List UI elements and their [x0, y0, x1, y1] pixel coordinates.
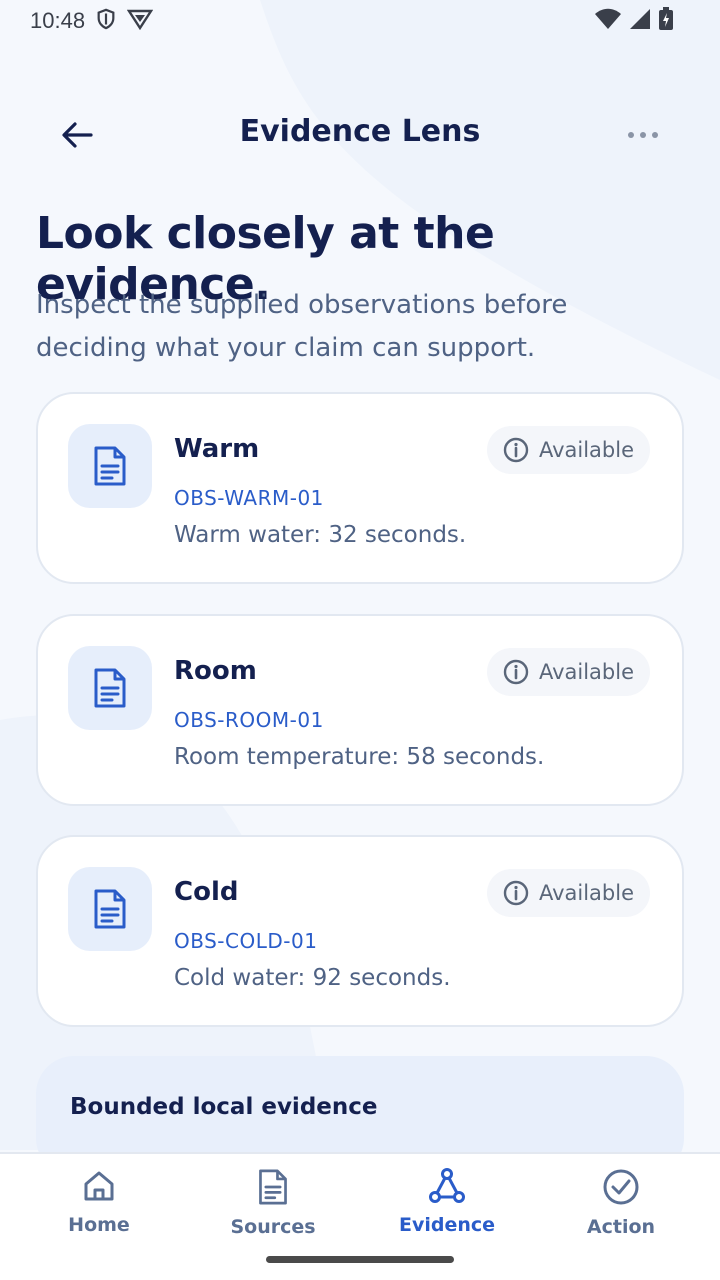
- nav-label: Sources: [230, 1216, 316, 1238]
- vpn-icon: [126, 8, 154, 34]
- card-description: Room temperature: 58 seconds.: [174, 744, 545, 770]
- card-code: OBS-WARM-01: [174, 486, 324, 510]
- nav-label: Evidence: [398, 1214, 496, 1236]
- status-badge: Available: [486, 426, 650, 474]
- card-code: OBS-ROOM-01: [174, 708, 324, 732]
- document-icon: [94, 446, 126, 486]
- wifi-icon: [594, 8, 622, 34]
- badge-label: Available: [538, 438, 634, 462]
- shield-icon: [95, 8, 117, 34]
- nav-item-sources[interactable]: Sources: [203, 1168, 343, 1254]
- evidence-card-warm[interactable]: Warm OBS-WARM-01 Warm water: 32 seconds.…: [36, 392, 684, 584]
- status-time: 10:48: [30, 8, 86, 33]
- card-title: Room: [174, 656, 257, 686]
- signal-icon: [628, 8, 652, 34]
- status-bar: 10:48: [0, 0, 720, 42]
- more-horizontal-icon: [628, 132, 658, 138]
- battery-icon: [658, 7, 674, 35]
- nav-item-home[interactable]: Home: [29, 1168, 169, 1254]
- section-title: Bounded local evidence: [70, 1094, 378, 1120]
- card-icon-container: [68, 424, 152, 508]
- info-icon: [503, 659, 529, 685]
- evidence-card-cold[interactable]: Cold OBS-COLD-01 Cold water: 92 seconds.…: [36, 835, 684, 1027]
- app-title: Evidence Lens: [239, 114, 481, 149]
- nav-label: Action: [586, 1216, 656, 1238]
- graph-nodes-icon: [429, 1168, 465, 1203]
- document-icon: [94, 668, 126, 708]
- document-icon: [94, 889, 126, 929]
- gesture-handle[interactable]: [266, 1256, 454, 1263]
- home-icon: [84, 1171, 114, 1201]
- app-bar: Evidence Lens: [0, 96, 720, 172]
- page-subtext: Inspect the supplied observations before…: [36, 290, 568, 363]
- status-badge: Available: [486, 648, 650, 696]
- info-icon: [503, 880, 529, 906]
- more-options-button[interactable]: [618, 110, 668, 160]
- status-badge: Available: [486, 869, 650, 917]
- card-title: Warm: [174, 434, 260, 464]
- card-icon-container: [68, 867, 152, 951]
- card-icon-container: [68, 646, 152, 730]
- evidence-card-room[interactable]: Room OBS-ROOM-01 Room temperature: 58 se…: [36, 614, 684, 806]
- document-icon: [259, 1169, 287, 1205]
- badge-label: Available: [538, 660, 634, 684]
- card-description: Cold water: 92 seconds.: [174, 965, 451, 991]
- check-circle-icon: [603, 1169, 639, 1205]
- card-title: Cold: [174, 877, 239, 907]
- badge-label: Available: [538, 881, 634, 905]
- card-code: OBS-COLD-01: [174, 929, 318, 953]
- info-icon: [503, 437, 529, 463]
- nav-item-evidence[interactable]: Evidence: [377, 1168, 517, 1254]
- nav-label: Home: [68, 1214, 130, 1236]
- card-description: Warm water: 32 seconds.: [174, 522, 467, 548]
- nav-item-action[interactable]: Action: [551, 1168, 691, 1254]
